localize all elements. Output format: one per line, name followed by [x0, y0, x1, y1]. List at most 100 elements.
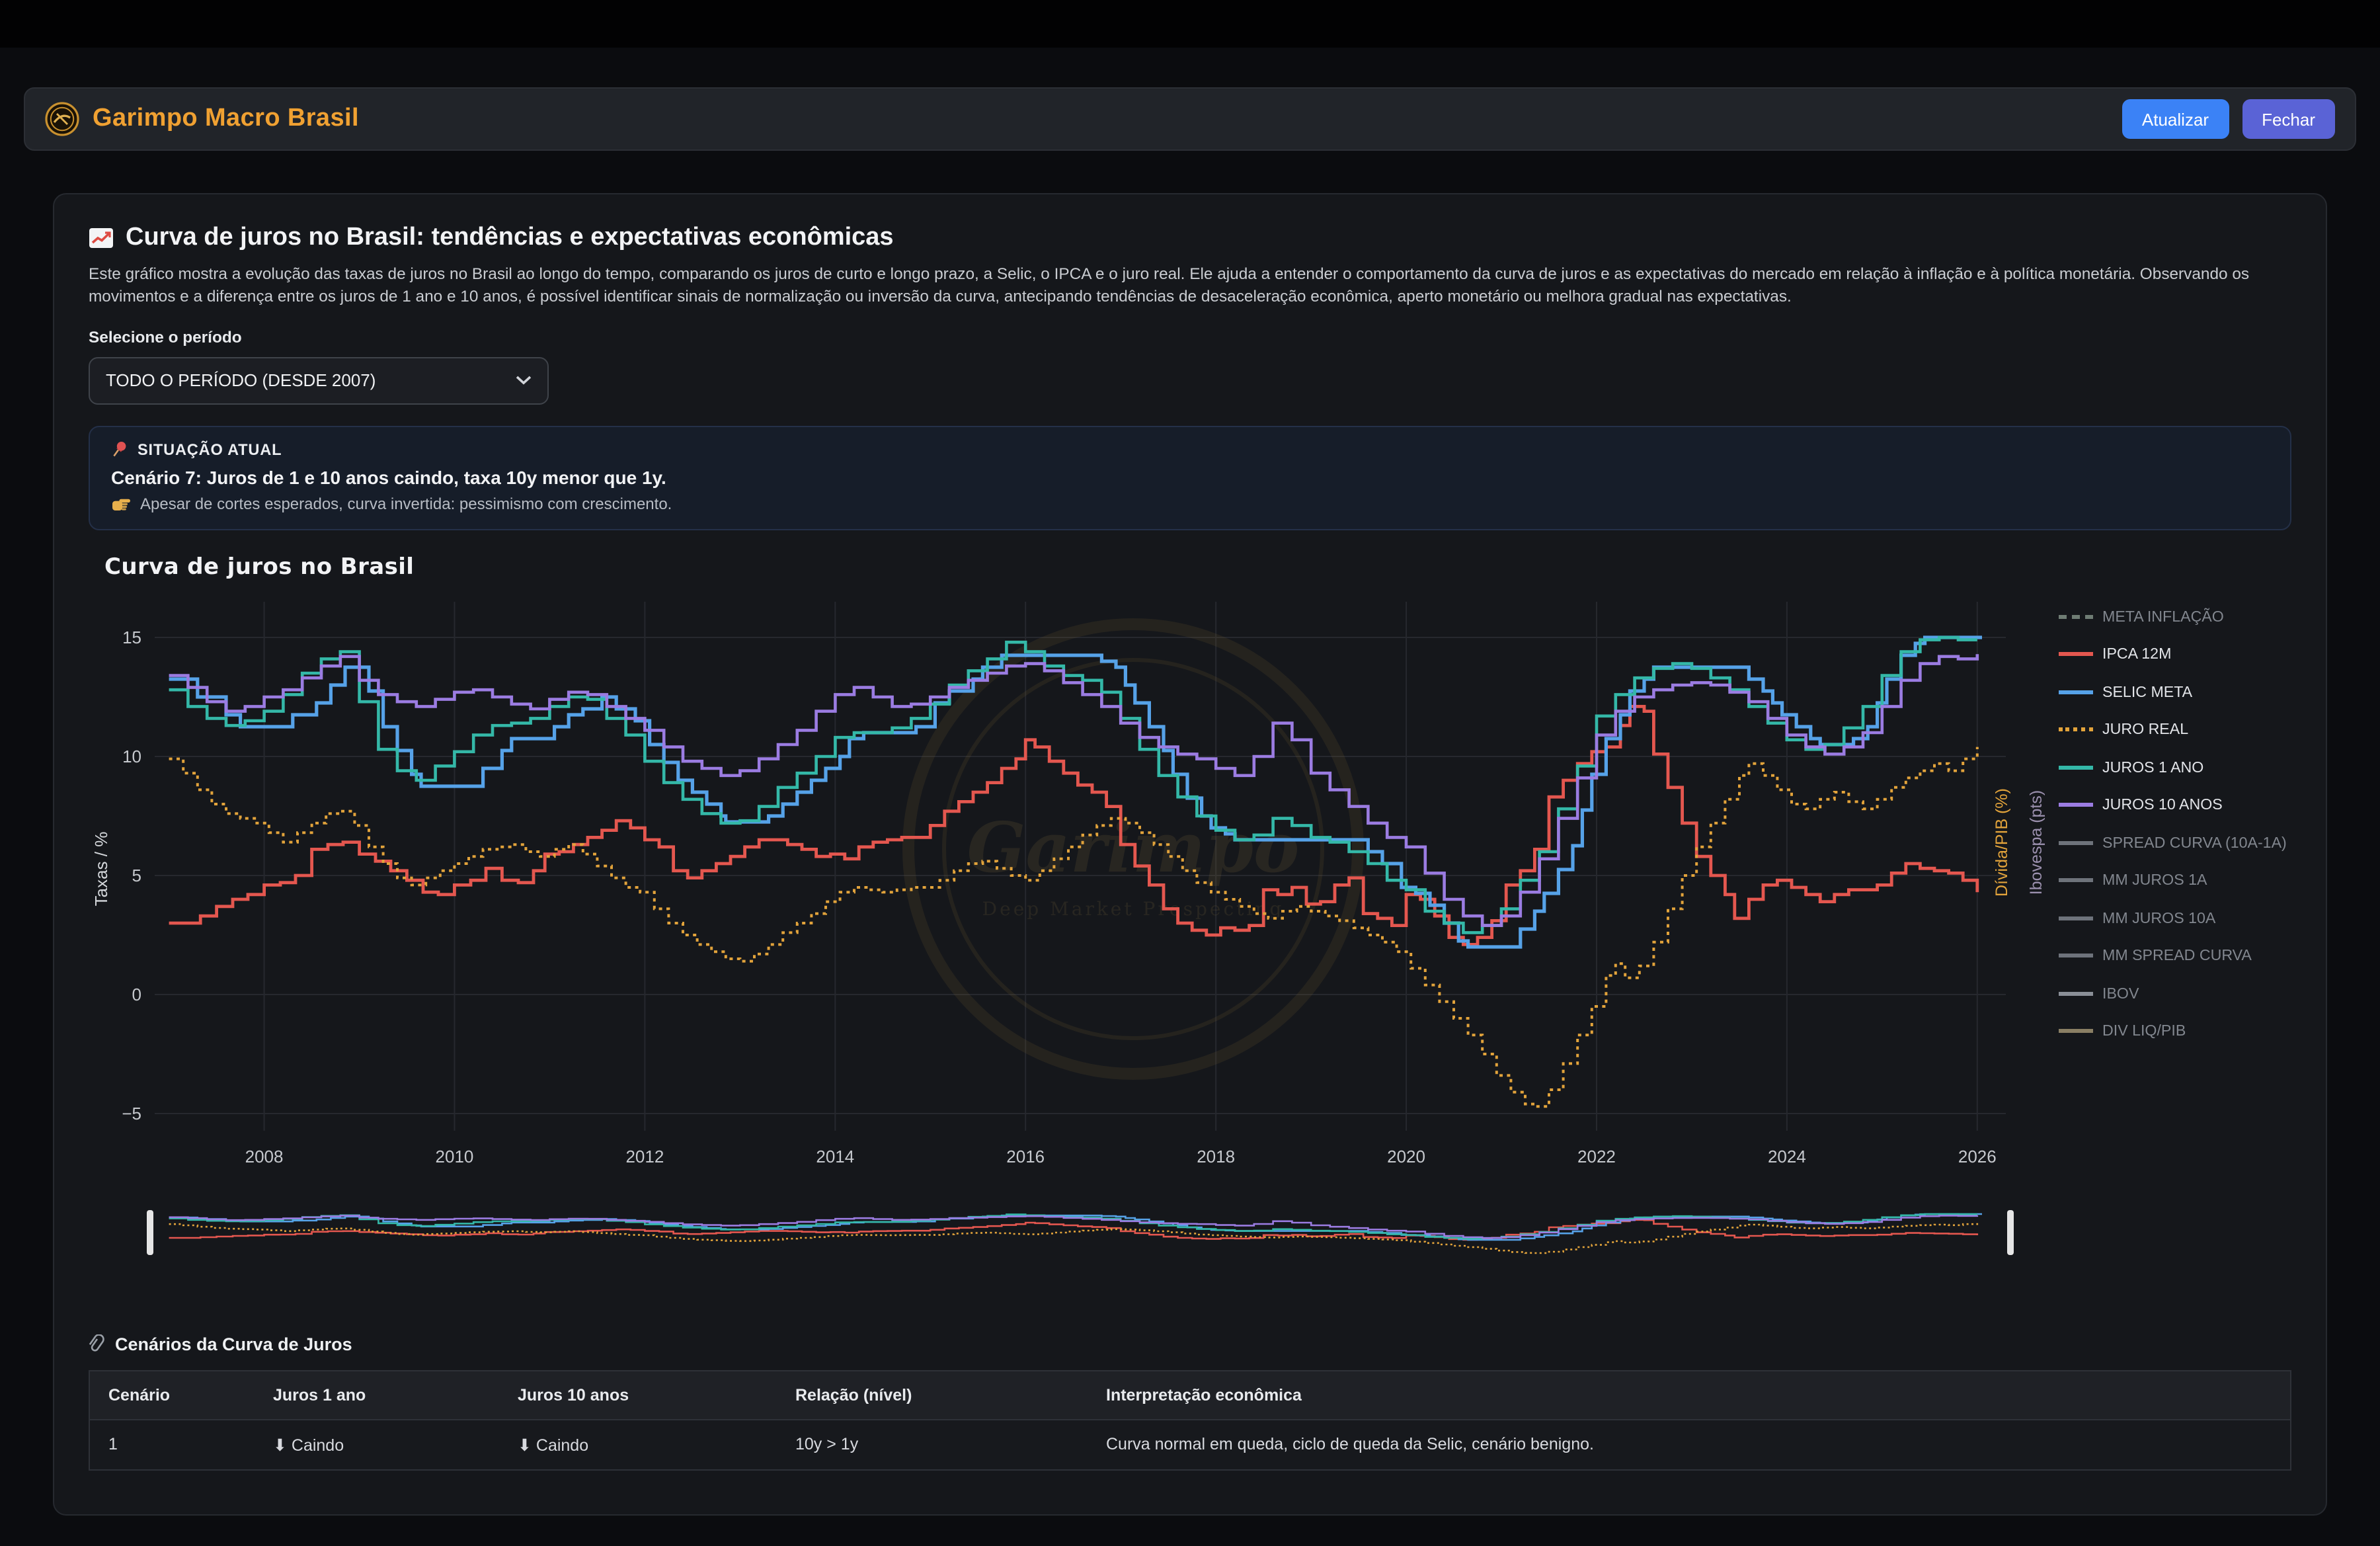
legend-swatch-icon: [2059, 916, 2093, 920]
status-note: Apesar de cortes esperados, curva invert…: [111, 494, 2269, 512]
table-cell: 10y > 1y: [777, 1419, 1088, 1469]
svg-text:2008: 2008: [245, 1146, 284, 1166]
page-title-text: Curva de juros no Brasil: tendências e e…: [126, 224, 894, 253]
range-handle-left[interactable]: [147, 1209, 153, 1254]
page: Garimpo Macro Brasil Atualizar Fechar Cu…: [0, 0, 2380, 1546]
legend-item[interactable]: DIV LIQ/PIB: [2059, 1018, 2310, 1043]
legend-swatch-icon: [2059, 803, 2093, 807]
legend-label: SELIC META: [2102, 683, 2192, 700]
period-label: Selecione o período: [89, 327, 2291, 346]
interest-rate-chart[interactable]: GarimpoDeep Market Prospecting−505101520…: [89, 590, 2079, 1186]
description: Este gráfico mostra a evolução das taxas…: [89, 263, 2283, 309]
status-heading-text: SITUAÇÃO ATUAL: [138, 440, 282, 458]
pin-icon: [111, 440, 128, 458]
legend-label: IPCA 12M: [2102, 645, 2171, 663]
legend-label: SPREAD CURVA (10A-1A): [2102, 834, 2287, 851]
table-cell: ⬇ Caindo: [499, 1419, 777, 1469]
svg-text:5: 5: [132, 865, 141, 885]
legend-label: MM JUROS 10A: [2102, 909, 2215, 926]
svg-text:2014: 2014: [816, 1146, 854, 1166]
legend-item[interactable]: JUROS 10 ANOS: [2059, 792, 2310, 817]
svg-text:2024: 2024: [1768, 1146, 1806, 1166]
watermark: GarimpoDeep Market Prospecting: [908, 624, 1358, 1073]
legend-label: JUROS 10 ANOS: [2102, 796, 2223, 813]
chart-title: Curva de juros no Brasil: [104, 553, 2291, 580]
scenarios-table: CenárioJuros 1 anoJuros 10 anosRelação (…: [89, 1369, 2291, 1470]
legend-swatch-icon: [2059, 765, 2093, 769]
refresh-button[interactable]: Atualizar: [2122, 99, 2229, 139]
mini-series-line: [169, 1223, 1977, 1252]
period-select-value: TODO O PERÍODO (DESDE 2007): [106, 370, 376, 390]
legend-swatch-icon: [2059, 954, 2093, 957]
legend-swatch-icon: [2059, 727, 2093, 731]
svg-text:2010: 2010: [436, 1146, 474, 1166]
series-line: [169, 747, 1977, 1106]
legend-item[interactable]: JURO REAL: [2059, 717, 2310, 742]
table-row: 1⬇ Caindo⬇ Caindo10y > 1yCurva normal em…: [89, 1419, 2291, 1469]
y-axis-labels: −5051015: [122, 627, 141, 1123]
svg-text:15: 15: [122, 627, 141, 647]
legend-item[interactable]: IBOV: [2059, 981, 2310, 1006]
page-background: Garimpo Macro Brasil Atualizar Fechar Cu…: [0, 48, 2380, 1546]
column-header: Relação (nível): [777, 1370, 1088, 1419]
svg-text:0: 0: [132, 984, 141, 1004]
main-card: Curva de juros no Brasil: tendências e e…: [53, 193, 2327, 1516]
table-cell: 1: [89, 1419, 255, 1469]
range-selector[interactable]: [89, 1204, 2079, 1265]
svg-text:2018: 2018: [1197, 1146, 1235, 1166]
status-heading: SITUAÇÃO ATUAL: [111, 440, 2269, 458]
header-actions: Atualizar Fechar: [2122, 99, 2335, 139]
chart-legend: META INFLAÇÃO IPCA 12M SELIC META JURO REAL…: [2059, 604, 2310, 1056]
svg-text:2012: 2012: [625, 1146, 664, 1166]
column-header: Juros 10 anos: [499, 1370, 777, 1419]
mini-series-line: [169, 1219, 1977, 1239]
legend-label: DIV LIQ/PIB: [2102, 1022, 2186, 1039]
app-title: Garimpo Macro Brasil: [93, 104, 359, 134]
legend-label: MM JUROS 1A: [2102, 872, 2207, 889]
legend-item[interactable]: JUROS 1 ANO: [2059, 754, 2310, 780]
legend-item[interactable]: MM JUROS 10A: [2059, 905, 2310, 930]
legend-item[interactable]: MM SPREAD CURVA: [2059, 943, 2310, 968]
legend-item[interactable]: SELIC META: [2059, 679, 2310, 704]
legend-item[interactable]: META INFLAÇÃO: [2059, 604, 2310, 629]
scenarios-title: Cenários da Curva de Juros: [89, 1334, 2291, 1354]
svg-text:2026: 2026: [1958, 1146, 1997, 1166]
right-axis-title-ibovespa: Ibovespa (pts): [2027, 790, 2045, 894]
svg-text:2020: 2020: [1387, 1146, 1425, 1166]
range-handle-right[interactable]: [2007, 1209, 2014, 1254]
legend-label: META INFLAÇÃO: [2102, 608, 2224, 625]
close-button[interactable]: Fechar: [2242, 99, 2335, 139]
legend-swatch-icon: [2059, 991, 2093, 995]
legend-swatch-icon: [2059, 840, 2093, 844]
legend-label: MM SPREAD CURVA: [2102, 947, 2252, 964]
column-header: Interpretação econômica: [1088, 1370, 2291, 1419]
svg-text:2016: 2016: [1006, 1146, 1045, 1166]
page-title: Curva de juros no Brasil: tendências e e…: [89, 224, 2291, 253]
y-axis-title: Taxas / %: [91, 831, 111, 906]
legend-item[interactable]: SPREAD CURVA (10A-1A): [2059, 830, 2310, 855]
scenarios-title-text: Cenários da Curva de Juros: [115, 1334, 352, 1354]
app-header: Garimpo Macro Brasil Atualizar Fechar: [24, 87, 2356, 151]
column-header: Juros 1 ano: [255, 1370, 499, 1419]
chart-increasing-icon: [89, 227, 114, 249]
period-select[interactable]: TODO O PERÍODO (DESDE 2007): [89, 356, 549, 404]
legend-swatch-icon: [2059, 690, 2093, 694]
status-note-text: Apesar de cortes esperados, curva invert…: [140, 494, 672, 512]
chart-section: Curva de juros no Brasil GarimpoDeep Mar…: [89, 553, 2291, 1265]
legend-item[interactable]: MM JUROS 1A: [2059, 868, 2310, 893]
legend-label: JURO REAL: [2102, 721, 2188, 738]
table-cell: Curva normal em queda, ciclo de queda da…: [1088, 1419, 2291, 1469]
status-box: SITUAÇÃO ATUAL Cenário 7: Juros de 1 e 1…: [89, 425, 2291, 530]
svg-text:2022: 2022: [1577, 1146, 1616, 1166]
right-axis-title-divida-pib: Dívida/PIB (%): [1993, 788, 2011, 896]
legend-label: JUROS 1 ANO: [2102, 758, 2203, 776]
legend-swatch-icon: [2059, 1029, 2093, 1033]
legend-swatch-icon: [2059, 878, 2093, 882]
pointing-hand-icon: [111, 495, 131, 512]
legend-item[interactable]: IPCA 12M: [2059, 641, 2310, 667]
column-header: Cenário: [89, 1370, 255, 1419]
legend-label: IBOV: [2102, 985, 2139, 1002]
x-axis-labels: 2008 2010 2012 2014 2016 2018 2020 2022 2024 2026: [245, 1146, 1997, 1166]
legend-swatch-icon: [2059, 614, 2093, 618]
svg-text:Garimpo: Garimpo: [967, 806, 1300, 887]
